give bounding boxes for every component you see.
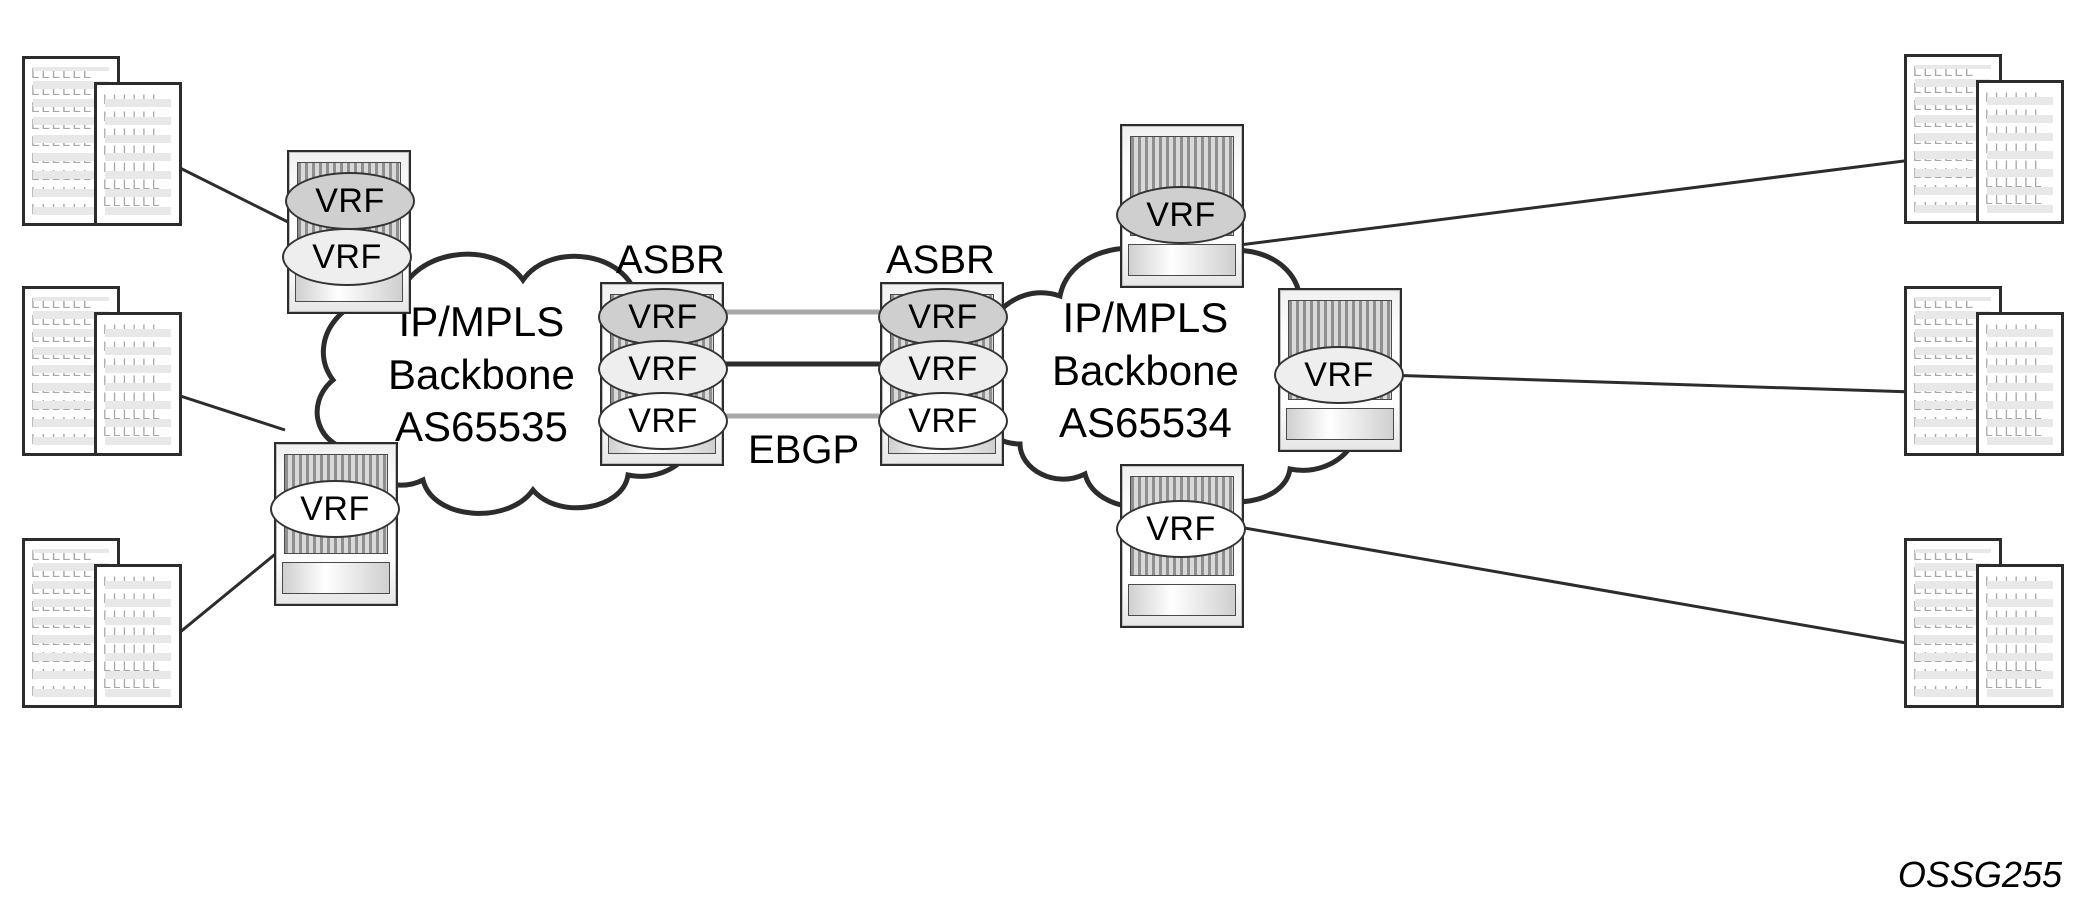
cloud-right-label: IP/MPLS Backbone AS65534 [1052,292,1239,450]
cloud-left-subtitle: Backbone [388,349,575,402]
asbr-label-right: ASBR [886,238,995,283]
asbr-label-left: ASBR [616,238,725,283]
vrf-ellipse: VRF [878,288,1008,346]
cloud-left-title: IP/MPLS [388,296,575,349]
figure-id: OSSG255 [1898,854,2062,896]
cloud-left-as: AS65535 [388,401,575,454]
cloud-right-as: AS65534 [1052,397,1239,450]
vrf-ellipse: VRF [270,480,400,538]
vrf-ellipse: VRF [282,228,412,286]
building-icon [1904,286,2054,456]
cloud-left-label: IP/MPLS Backbone AS65535 [388,296,575,454]
ebgp-label: EBGP [748,428,859,473]
vrf-ellipse: VRF [285,172,415,230]
vrf-ellipse: VRF [878,340,1008,398]
building-icon [22,56,172,226]
building-icon [1904,538,2054,708]
building-icon [22,538,172,708]
building-icon [22,286,172,456]
diagram-stage: IP/MPLS Backbone AS65535 IP/MPLS Backbon… [0,0,2080,910]
vrf-ellipse: VRF [598,340,728,398]
cloud-right-title: IP/MPLS [1052,292,1239,345]
vrf-ellipse: VRF [878,392,1008,450]
vrf-ellipse: VRF [598,288,728,346]
cloud-right-subtitle: Backbone [1052,345,1239,398]
vrf-ellipse: VRF [1116,186,1246,244]
building-icon [1904,54,2054,224]
vrf-ellipse: VRF [598,392,728,450]
vrf-ellipse: VRF [1274,346,1404,404]
vrf-ellipse: VRF [1116,500,1246,558]
